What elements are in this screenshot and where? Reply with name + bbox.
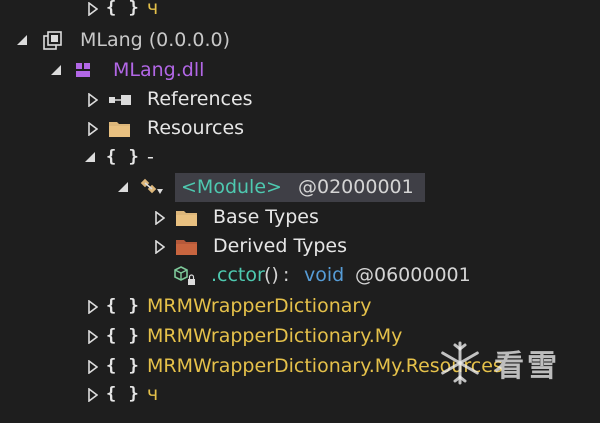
namespace-icon: { }	[106, 296, 140, 316]
tree-node-namespace-top[interactable]: { } ч	[0, 0, 600, 23]
collapsed-arrow-icon[interactable]	[88, 292, 102, 321]
tree-node-namespace-empty[interactable]: { } -	[0, 143, 600, 172]
tree-node-references[interactable]: References	[0, 85, 600, 114]
method-token: @06000001	[355, 264, 471, 286]
method-separator: :	[283, 264, 290, 286]
tree-node-module-type[interactable]: <Module> @02000001	[0, 173, 600, 202]
expanded-arrow-icon[interactable]	[50, 56, 64, 85]
collapsed-arrow-icon[interactable]	[155, 203, 169, 232]
method-icon	[173, 261, 197, 290]
references-label: References	[147, 88, 253, 110]
module-label: MLang.dll	[113, 59, 205, 81]
assembly-icon	[42, 26, 66, 55]
method-name: .cctor	[211, 264, 265, 286]
namespace-icon: { }	[106, 326, 140, 346]
collapsed-arrow-icon[interactable]	[88, 380, 102, 409]
collapsed-arrow-icon[interactable]	[88, 114, 102, 143]
tree-node-derived-types[interactable]: Derived Types	[0, 232, 600, 261]
class-icon	[140, 173, 164, 202]
resources-label: Resources	[147, 117, 245, 139]
references-icon	[108, 85, 132, 114]
assembly-label: MLang (0.0.0.0)	[80, 29, 231, 51]
namespace-icon: { }	[106, 0, 140, 18]
tree-node-cctor[interactable]: .cctor () : void @06000001	[0, 261, 600, 290]
namespace-label: MRMWrapperDictionary	[147, 295, 372, 317]
method-params: ()	[264, 264, 279, 286]
folder-icon	[108, 114, 132, 143]
collapsed-arrow-icon[interactable]	[88, 352, 102, 381]
module-type-token: @02000001	[298, 176, 414, 198]
expanded-arrow-icon[interactable]	[84, 143, 98, 172]
namespace-label: MRMWrapperDictionary.My	[147, 325, 403, 347]
tree-node-assembly[interactable]: MLang (0.0.0.0)	[0, 26, 600, 55]
namespace-label: ч	[147, 383, 159, 405]
expanded-arrow-icon[interactable]	[16, 26, 30, 55]
watermark-text: 看雪	[494, 349, 560, 384]
namespace-icon: { }	[106, 356, 140, 376]
base-types-label: Base Types	[213, 206, 319, 228]
namespace-label: -	[147, 146, 154, 168]
snowflake-icon	[441, 341, 479, 385]
watermark: 看雪	[436, 339, 596, 387]
folder-icon	[175, 232, 199, 261]
derived-types-label: Derived Types	[213, 235, 347, 257]
module-type-name: <Module>	[181, 176, 282, 198]
tree-node-base-types[interactable]: Base Types	[0, 203, 600, 232]
expanded-arrow-icon[interactable]	[117, 173, 131, 202]
tree-node-module[interactable]: MLang.dll	[0, 56, 600, 85]
namespace-icon: { }	[106, 384, 140, 404]
namespace-label: ч	[147, 0, 159, 19]
module-icon	[74, 56, 98, 85]
tree-node-resources[interactable]: Resources	[0, 114, 600, 143]
collapsed-arrow-icon[interactable]	[88, 0, 102, 23]
collapsed-arrow-icon[interactable]	[155, 232, 169, 261]
collapsed-arrow-icon[interactable]	[88, 322, 102, 351]
tree-node-namespace[interactable]: { } MRMWrapperDictionary	[0, 292, 600, 321]
collapsed-arrow-icon[interactable]	[88, 85, 102, 114]
namespace-icon: { }	[106, 147, 140, 167]
folder-icon	[175, 203, 199, 232]
method-return-type: void	[304, 264, 345, 286]
